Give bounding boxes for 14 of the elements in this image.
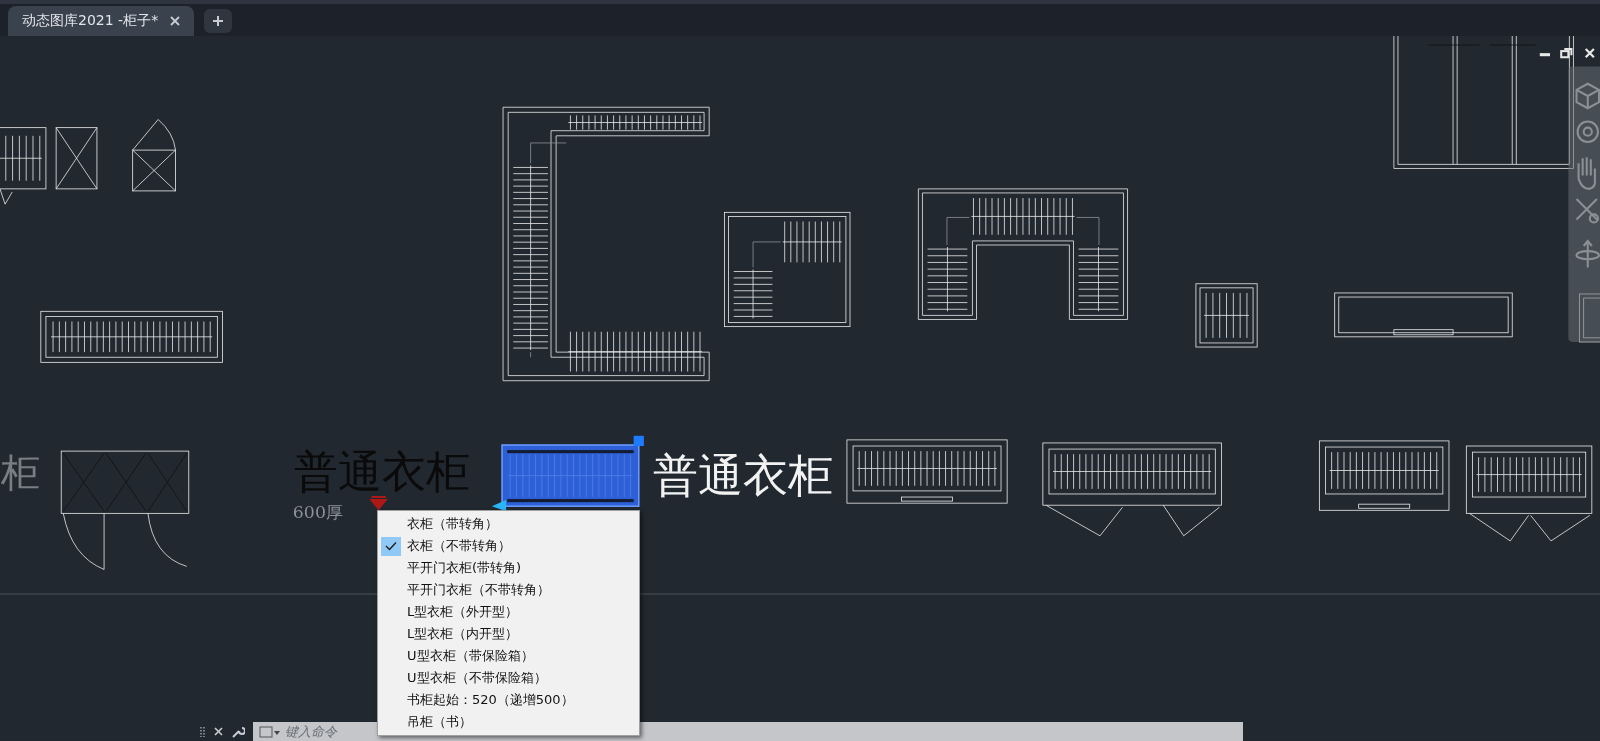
menu-item-label: U型衣柜（不带保险箱） (407, 669, 547, 687)
menu-item-label: U型衣柜（带保险箱） (407, 647, 534, 665)
menu-item-label: 书柜起始：520（递增500） (407, 691, 574, 709)
menu-item-label: 吊柜（书） (407, 713, 472, 731)
menu-item-label: L型衣柜（外开型） (407, 603, 519, 621)
drawing-label: 柜 (1, 449, 40, 495)
tab-title: 动态图库2021 -柜子* (22, 12, 159, 30)
menu-item-label: 平开门衣柜(带转角) (407, 559, 522, 577)
menu-item-label: 衣柜（带转角） (407, 515, 498, 533)
menu-item-label: 平开门衣柜（不带转角） (407, 581, 550, 599)
drawing-label: 普通衣柜 (653, 448, 834, 502)
drawing-label: 600厚 (292, 502, 343, 523)
menu-item-label: L型衣柜（内开型） (407, 625, 519, 643)
menu-item-label: 衣柜（不带转角） (407, 537, 511, 555)
